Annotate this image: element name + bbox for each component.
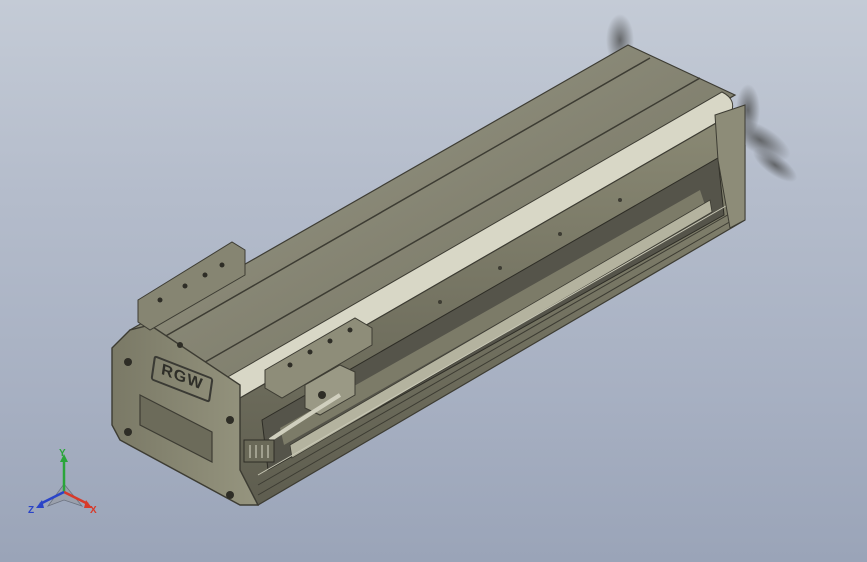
sensor-hole [318,391,326,399]
axis-label-x: X [90,505,97,516]
graphics-viewport[interactable]: RGW Y X Z [0,0,867,562]
actuator-model[interactable] [0,0,867,562]
axis-label-y: Y [59,448,66,459]
axis-label-z: Z [28,505,35,516]
connector[interactable] [243,439,275,463]
orientation-triad[interactable]: Y X Z [26,448,106,520]
